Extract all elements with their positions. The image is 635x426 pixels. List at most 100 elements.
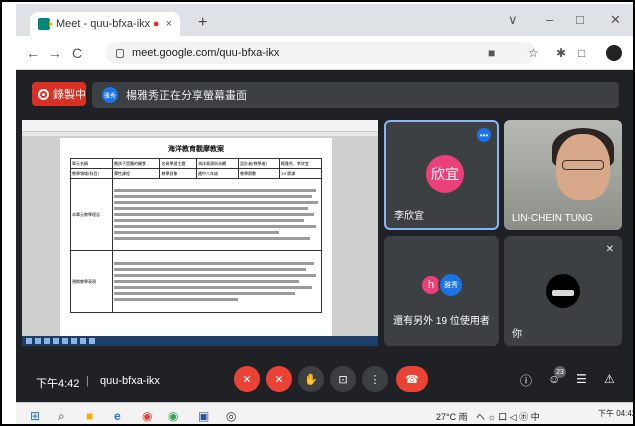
presenter-avatar: 雅秀	[102, 87, 118, 103]
other-participants-tile[interactable]: h 雅秀 還有另外 19 位使用者	[384, 236, 499, 346]
participant-count-badge: 23	[554, 366, 566, 378]
bookmark-star-icon[interactable]: ☆	[528, 46, 539, 60]
edge-icon[interactable]: e	[114, 409, 121, 423]
camera-toggle-button[interactable]: ✕	[266, 366, 292, 392]
close-window-button[interactable]: ✕	[610, 12, 621, 28]
more-options-button[interactable]: ⋮	[362, 366, 388, 392]
tab-title: Meet - quu-bfxa-ikx	[56, 18, 151, 30]
participant-tile-lixinyi[interactable]: ••• 欣宜 李欣宜	[384, 120, 499, 230]
participant-tile-lin-chein-tung[interactable]: LIN-CHEIN TUNG	[504, 120, 622, 230]
document-page: 海洋教育觀摩教案 單元名稱 餵孩子是鵝的糧食 名易學習主題 海洋資源與永續 設計…	[60, 138, 332, 338]
file-explorer-icon[interactable]: ■	[86, 409, 93, 423]
participant-avatar: 雅秀	[438, 272, 464, 298]
browser-toolbar: ← → C meet.google.com/quu-bfxa-ikx ■ ☆ ✱…	[16, 36, 633, 70]
table-cell: 國中八年級	[196, 168, 240, 179]
table-row: 預期教學表現	[69, 250, 322, 313]
table-cell: 楊雅秀、李欣宜	[278, 158, 323, 169]
search-icon[interactable]: ⌕	[58, 409, 65, 424]
participant-name: 你	[512, 329, 522, 340]
shared-screen[interactable]: 海洋教育觀摩教案 單元名稱 餵孩子是鵝的糧食 名易學習主題 海洋資源與永續 設計…	[22, 120, 378, 346]
browser-menu-icon[interactable]: ⋮	[628, 46, 633, 60]
url-text: meet.google.com/quu-bfxa-ikx	[132, 47, 280, 59]
lesson-plan-table: 單元名稱 餵孩子是鵝的糧食 名易學習主題 海洋資源與永續 設計者(教學者) 楊雅…	[69, 158, 323, 313]
lock-icon	[116, 48, 124, 58]
phone-hangup-icon: ☎	[405, 373, 419, 386]
table-cell: 彈性課程	[112, 168, 161, 179]
table-cell	[112, 250, 322, 313]
table-cell: 名易學習主題	[159, 158, 198, 169]
profile-avatar[interactable]	[606, 45, 622, 61]
start-icon[interactable]: ⊞	[30, 409, 40, 423]
table-cell: 教學對象	[159, 168, 198, 179]
mic-off-icon: ✕	[242, 373, 252, 386]
activities-icon[interactable]: ⚠	[604, 372, 615, 386]
table-cell: 設計者(教學者)	[238, 158, 280, 169]
presentation-text: 楊雅秀正在分享螢幕畫面	[126, 90, 247, 102]
browser-tab-strip: Meet - quu-bfxa-ikx ● × + ∨ – □ ✕	[16, 4, 633, 36]
word-ribbon	[22, 120, 378, 132]
meeting-details-icon[interactable]: ⓘ	[520, 372, 532, 389]
self-avatar	[546, 274, 580, 308]
others-count-text: 還有另外 19 位使用者	[393, 316, 490, 327]
app-icon[interactable]: ◎	[226, 409, 236, 423]
minimize-button[interactable]: –	[546, 12, 553, 27]
recording-label: 錄製中	[53, 89, 86, 101]
chrome-icon[interactable]: ◉	[142, 409, 152, 423]
leave-call-button[interactable]: ☎	[396, 366, 428, 392]
more-vert-icon: ⋮	[369, 373, 381, 386]
windows-taskbar: ⊞ ⌕ ■ e ◉ ◉ ▣ ◎ 27°C 雨 へ ☼ 口 ◁ ㋭ 中 下午 04…	[16, 402, 633, 424]
back-button[interactable]: ←	[26, 45, 40, 61]
new-tab-button[interactable]: +	[198, 14, 207, 32]
recording-indicator-button[interactable]: 錄製中	[32, 82, 86, 106]
record-icon	[38, 88, 49, 100]
camera-off-icon: ✕	[274, 373, 284, 386]
reload-button[interactable]: C	[72, 45, 82, 61]
participant-name: 李欣宜	[394, 211, 424, 222]
maximize-button[interactable]: □	[576, 12, 584, 27]
mic-muted-icon: ✕	[605, 244, 614, 255]
body-text-lines	[114, 262, 320, 301]
table-row: 本單元教學理念	[69, 178, 322, 251]
meeting-time: 下午4:42	[36, 378, 80, 390]
recording-dot-icon: ●	[152, 18, 160, 30]
shared-taskbar	[22, 336, 378, 346]
table-cell	[112, 178, 322, 251]
forward-button[interactable]: →	[48, 45, 62, 61]
tab-close-icon[interactable]: ×	[166, 18, 172, 30]
body-text-lines	[114, 189, 320, 240]
self-tile[interactable]: ✕ 你	[504, 236, 622, 346]
screen-frame: Meet - quu-bfxa-ikx ● × + ∨ – □ ✕ ← → C …	[0, 0, 635, 426]
chat-icon[interactable]: ☰	[576, 372, 587, 386]
table-row: 單元名稱 餵孩子是鵝的糧食 名易學習主題 海洋資源與永續 設計者(教學者) 楊雅…	[69, 158, 323, 169]
participant-avatar: 欣宜	[426, 155, 464, 193]
table-cell: 18 節課	[278, 168, 323, 179]
system-tray[interactable]: へ ☼ 口 ◁ ㋭ 中	[476, 410, 540, 423]
google-meet-favicon-icon	[38, 18, 53, 30]
document-canvas: 海洋教育觀摩教案 單元名稱 餵孩子是鵝的糧食 名易學習主題 海洋資源與永續 設計…	[22, 136, 378, 338]
address-bar[interactable]: meet.google.com/quu-bfxa-ikx	[106, 42, 536, 64]
meeting-code: quu-bfxa-ikx	[100, 375, 160, 387]
system-clock[interactable]: 下午 04:42	[598, 408, 633, 419]
weather-widget[interactable]: 27°C 雨	[436, 410, 468, 423]
chrome-icon[interactable]: ◉	[168, 409, 178, 423]
extensions-icon[interactable]: ✱	[556, 46, 566, 60]
present-screen-button[interactable]: ⊡	[330, 366, 356, 392]
more-options-icon[interactable]: •••	[477, 128, 491, 142]
table-cell: 海洋資源與永續	[196, 158, 240, 169]
present-icon: ⊡	[338, 373, 348, 386]
separator: |	[86, 375, 89, 387]
word-icon[interactable]: ▣	[198, 409, 209, 423]
side-panel-icon[interactable]: □	[578, 46, 585, 60]
table-cell: 單元名稱	[69, 158, 114, 169]
mic-toggle-button[interactable]: ✕	[234, 366, 260, 392]
table-cell: 預期教學表現	[69, 250, 114, 313]
tab-search-icon[interactable]: ∨	[508, 12, 518, 28]
camera-in-use-icon[interactable]: ■	[488, 46, 495, 60]
document-title: 海洋教育觀摩教案	[168, 144, 224, 153]
table-cell: 餵孩子是鵝的糧食	[112, 158, 161, 169]
presentation-banner: 雅秀 楊雅秀正在分享螢幕畫面	[92, 82, 619, 108]
table-cell: 本單元教學理念	[69, 178, 114, 251]
raise-hand-button[interactable]: ✋	[298, 366, 324, 392]
table-cell: 教學節數	[238, 168, 280, 179]
browser-tab-meet[interactable]: Meet - quu-bfxa-ikx ● ×	[30, 12, 180, 36]
